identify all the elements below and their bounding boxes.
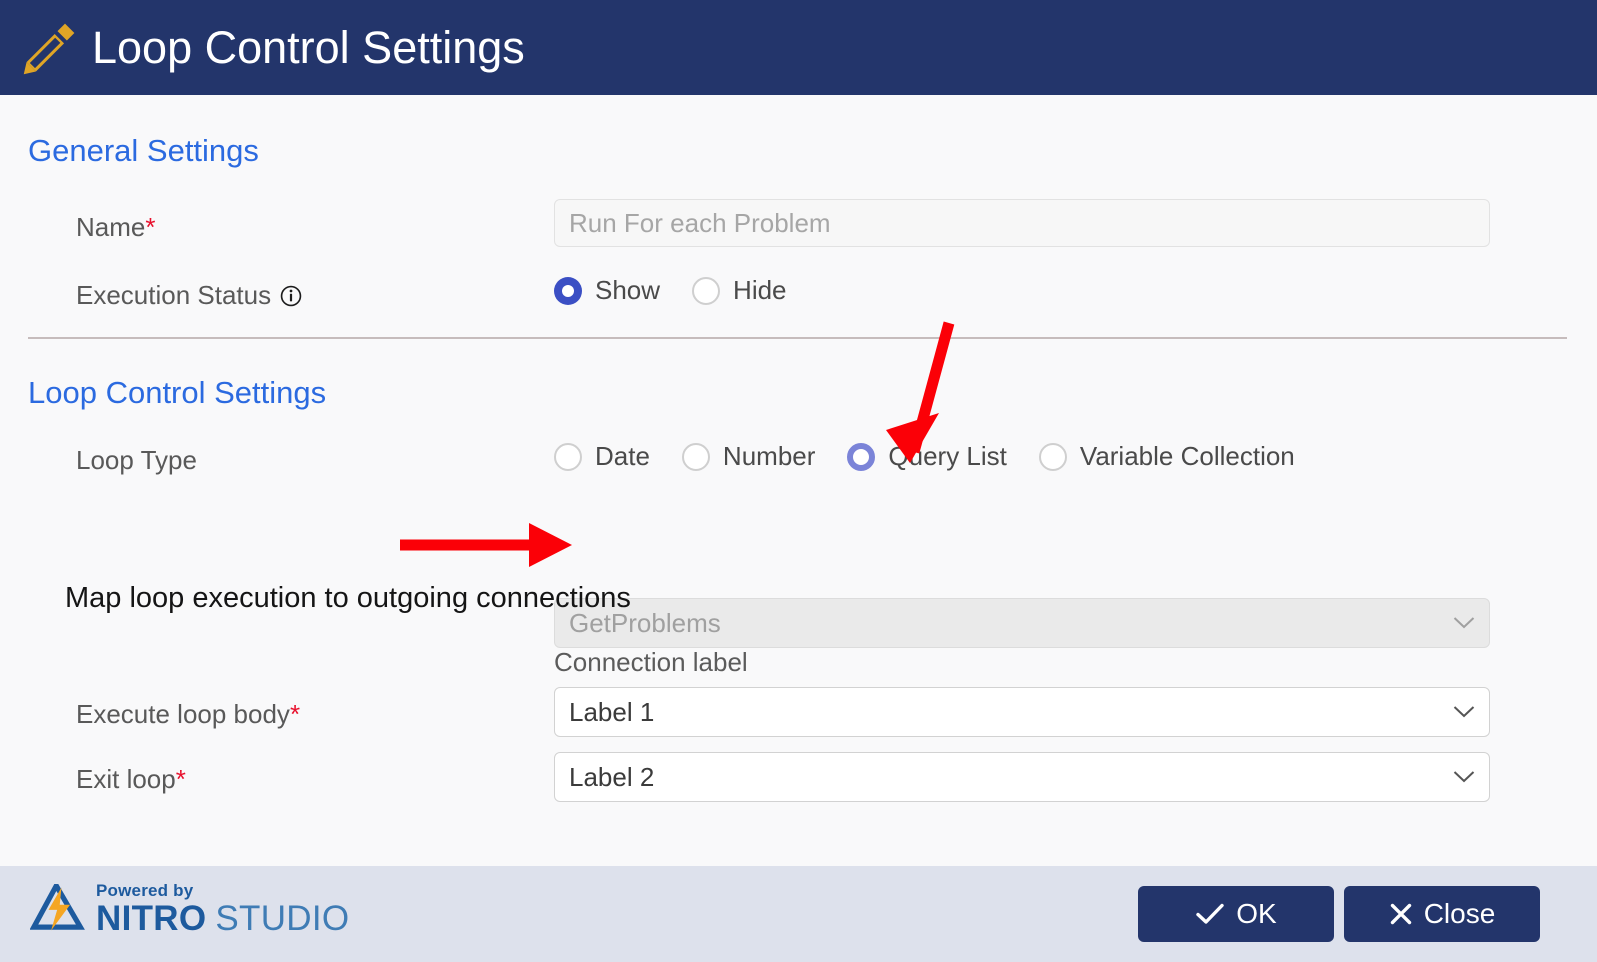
loop-control-settings-section-title: Loop Control Settings [28, 375, 327, 410]
info-circle-icon[interactable] [280, 285, 302, 307]
execute-loop-body-label: Execute loop body* [76, 699, 300, 730]
close-x-icon [1390, 903, 1411, 925]
radio-label-number: Number [722, 441, 816, 471]
general-settings-section-title: General Settings [28, 133, 259, 168]
loop-type-radio-group: Date Number Query List Variable Collecti… [554, 441, 1327, 472]
radio-mark-variable-collection[interactable] [1038, 442, 1067, 471]
ok-button-label: OK [1236, 898, 1277, 929]
execution-status-label: Execution Status [76, 280, 302, 311]
chevron-down-icon [1453, 617, 1475, 629]
exit-loop-label: Exit loop* [76, 764, 186, 795]
radio-mark-show[interactable] [554, 276, 582, 305]
radio-mark-hide[interactable] [692, 276, 721, 305]
execution-status-label-text: Execution Status [76, 280, 272, 310]
execute-loop-body-label-text: Execute loop body [76, 699, 290, 729]
check-icon [1196, 903, 1224, 924]
loop-type-label: Loop Type [76, 445, 197, 475]
query-list-select[interactable]: GetProblems [554, 598, 1490, 648]
radio-execution-status-show[interactable]: Show [554, 275, 660, 306]
radio-mark-query-list[interactable] [847, 442, 876, 471]
radio-loop-type-number[interactable]: Number [681, 441, 816, 472]
exit-loop-label-text: Exit loop [76, 764, 176, 794]
close-button-label: Close [1423, 898, 1496, 929]
execute-loop-body-select[interactable]: Label 1 [554, 687, 1490, 737]
dialog-body: General Settings Name* Execution Status … [0, 95, 1597, 866]
exit-loop-required-asterisk: * [175, 764, 186, 794]
radio-label-date: Date [595, 441, 650, 471]
connection-label-heading: Connection label [554, 647, 748, 677]
pencil-icon [23, 23, 75, 74]
radio-label-show: Show [595, 275, 661, 305]
dialog-titlebar: Loop Control Settings [0, 0, 1597, 95]
execution-status-radio-group: Show Hide [554, 275, 819, 306]
name-label-text: Name [76, 212, 146, 242]
ok-button[interactable]: OK [1138, 886, 1334, 942]
dialog-title: Loop Control Settings [92, 21, 525, 73]
dialog-footer: Powered by NITRO STUDIO OK Close [0, 866, 1597, 962]
studio-product-text: STUDIO [215, 899, 350, 938]
radio-loop-type-variable-collection[interactable]: Variable Collection [1038, 441, 1295, 472]
exit-loop-select-value: Label 2 [569, 761, 655, 792]
powered-by-text: Powered by [96, 881, 194, 900]
radio-mark-number[interactable] [681, 442, 710, 471]
nitro-wordmark: Powered by NITRO STUDIO [96, 882, 349, 936]
close-button[interactable]: Close [1344, 886, 1540, 942]
chevron-down-icon [1453, 706, 1475, 718]
name-label: Name* [76, 212, 155, 243]
radio-mark-date[interactable] [554, 442, 582, 471]
chevron-down-icon [1453, 771, 1475, 783]
radio-execution-status-hide[interactable]: Hide [692, 275, 787, 306]
map-loop-execution-heading: Map loop execution to outgoing connectio… [65, 582, 631, 614]
radio-loop-type-query-list[interactable]: Query List [847, 441, 1007, 472]
name-input[interactable] [554, 199, 1490, 247]
execute-loop-body-required-asterisk: * [289, 699, 301, 729]
radio-loop-type-date[interactable]: Date [554, 441, 650, 472]
nitro-brand-text: NITRO [96, 899, 207, 938]
radio-label-variable-collection: Variable Collection [1079, 441, 1295, 471]
name-required-asterisk: * [145, 212, 156, 242]
exit-loop-select[interactable]: Label 2 [554, 752, 1490, 802]
radio-label-query-list: Query List [888, 441, 1007, 471]
section-divider [28, 337, 1567, 339]
radio-label-hide: Hide [733, 275, 787, 305]
nitro-studio-logo: Powered by NITRO STUDIO [30, 882, 349, 936]
execute-loop-body-select-value: Label 1 [569, 696, 655, 727]
nitro-lightning-triangle-icon [30, 884, 85, 931]
loop-control-settings-dialog: Loop Control Settings General Settings N… [0, 0, 1597, 962]
